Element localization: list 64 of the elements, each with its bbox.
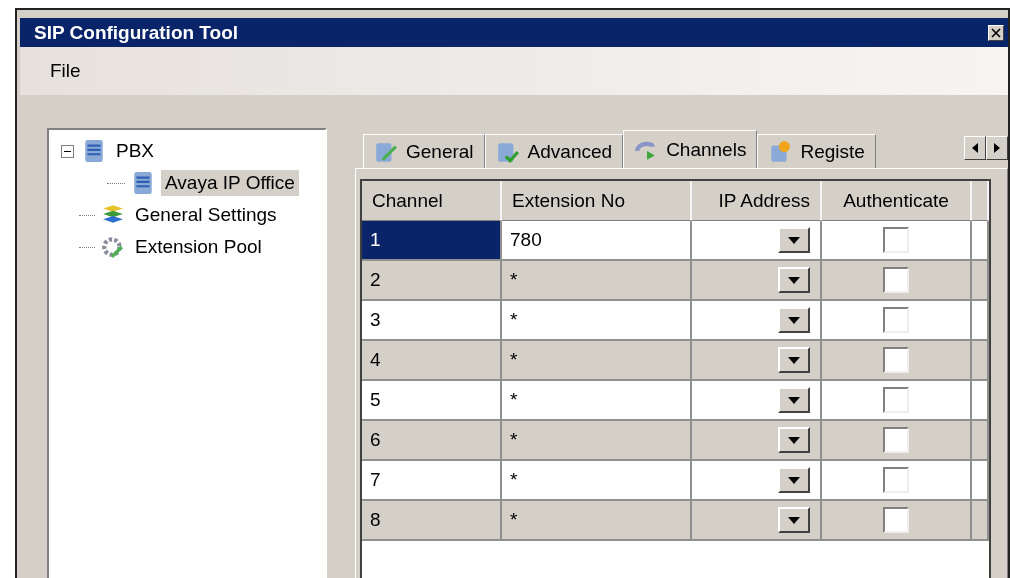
table-cell: 780	[502, 221, 692, 261]
register-icon	[768, 139, 793, 164]
table-cell: 1	[362, 221, 502, 261]
server-icon	[82, 139, 106, 163]
column-header[interactable]: Channel	[362, 181, 502, 221]
checkbox[interactable]	[883, 387, 909, 413]
tree-item[interactable]: PBX	[112, 138, 159, 164]
caret-icon	[788, 516, 800, 524]
table-cell: 3	[362, 301, 502, 341]
table-cell: 5	[362, 381, 502, 421]
table-cell: 6	[362, 421, 502, 461]
dropdown-button[interactable]	[778, 227, 810, 253]
table-cell: 2	[362, 261, 502, 301]
checkbox[interactable]	[883, 347, 909, 373]
column-header[interactable]: Authenticate	[822, 181, 972, 221]
dropdown-button[interactable]	[778, 507, 810, 533]
dropdown-button[interactable]	[778, 427, 810, 453]
caret-icon	[788, 396, 800, 404]
dropdown-button[interactable]	[778, 307, 810, 333]
tab[interactable]: Channels	[623, 130, 758, 168]
table-cell: *	[502, 501, 692, 541]
close-button[interactable]	[988, 24, 1004, 41]
column-header[interactable]: Extension No	[502, 181, 692, 221]
table-cell: 7	[362, 461, 502, 501]
table-cell: *	[502, 301, 692, 341]
table-cell: *	[502, 461, 692, 501]
menu-item[interactable]: File	[50, 60, 81, 82]
window-title: SIP Configuration Tool	[34, 21, 239, 44]
gear-icon	[101, 235, 125, 259]
caret-icon	[788, 276, 800, 284]
tree-item[interactable]: Extension Pool	[131, 234, 266, 260]
table-cell: 8	[362, 501, 502, 541]
left-arrow-icon	[972, 143, 978, 153]
right-arrow-icon	[994, 143, 1000, 153]
checkbox[interactable]	[883, 507, 909, 533]
dropdown-button[interactable]	[778, 267, 810, 293]
table-cell: *	[502, 421, 692, 461]
table-cell: *	[502, 341, 692, 381]
scroll-right-button[interactable]	[986, 136, 1008, 160]
table-cell: *	[502, 381, 692, 421]
caret-icon	[788, 436, 800, 444]
tree-item[interactable]: General Settings	[131, 202, 281, 228]
collapse-icon[interactable]	[61, 144, 74, 158]
caret-icon	[788, 356, 800, 364]
dropdown-button[interactable]	[778, 347, 810, 373]
caret-icon	[788, 476, 800, 484]
table-cell: 4	[362, 341, 502, 381]
caret-icon	[788, 316, 800, 324]
dropdown-button[interactable]	[778, 467, 810, 493]
checkbox[interactable]	[883, 427, 909, 453]
tree-item[interactable]: Avaya IP Office	[161, 170, 299, 196]
checkbox[interactable]	[883, 267, 909, 293]
checkbox[interactable]	[883, 307, 909, 333]
caret-icon	[788, 236, 800, 244]
tab[interactable]: General	[363, 134, 485, 168]
tab[interactable]: Registe	[757, 134, 876, 168]
scroll-left-button[interactable]	[964, 136, 986, 160]
dropdown-button[interactable]	[778, 387, 810, 413]
checkbox[interactable]	[883, 467, 909, 493]
table-cell: *	[502, 261, 692, 301]
checkbox[interactable]	[883, 227, 909, 253]
column-header[interactable]: IP Address	[692, 181, 822, 221]
server-icon	[131, 171, 155, 195]
tab[interactable]: Advanced	[484, 134, 624, 168]
